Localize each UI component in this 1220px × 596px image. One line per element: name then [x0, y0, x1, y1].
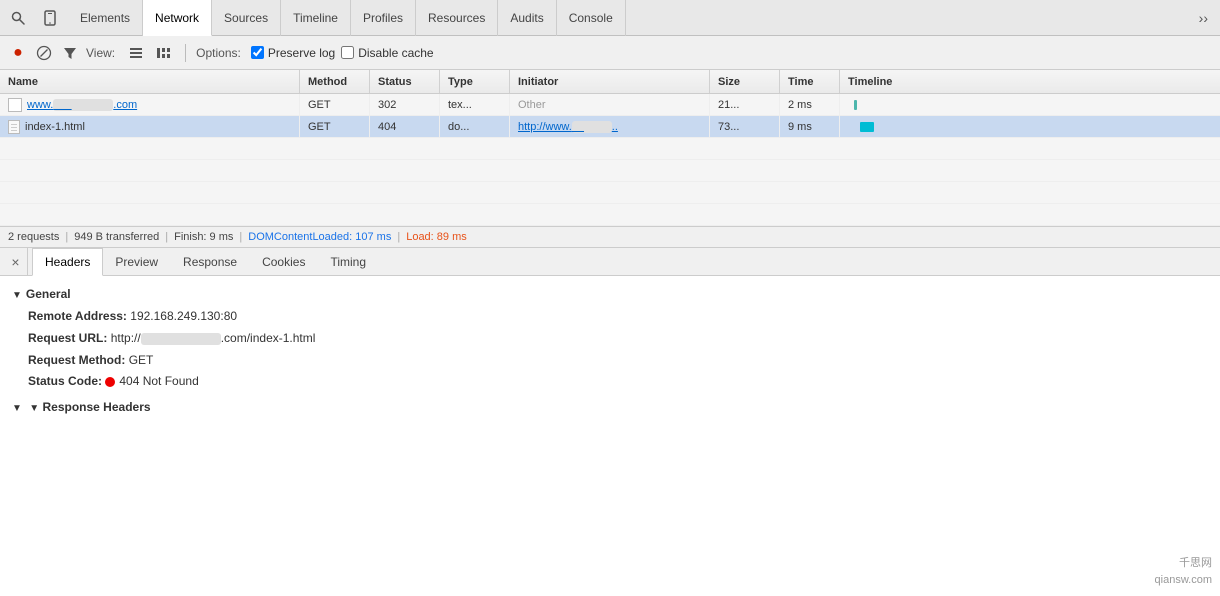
- row2-type: do...: [440, 116, 510, 138]
- empty-row: [0, 138, 1220, 160]
- row1-initiator: Other: [510, 94, 710, 116]
- timeline-bar-2: [848, 116, 874, 138]
- empty-row: [0, 204, 1220, 226]
- tab-console[interactable]: Console: [557, 0, 626, 36]
- table-row[interactable]: index-1.html GET 404 do... http://www. .…: [0, 116, 1220, 138]
- row1-size: 21...: [710, 94, 780, 116]
- view-tree-icon[interactable]: [153, 43, 175, 63]
- remote-address-row: Remote Address: 192.168.249.130:80: [12, 306, 1208, 328]
- th-initiator[interactable]: Initiator: [510, 70, 710, 93]
- th-type[interactable]: Type: [440, 70, 510, 93]
- tl-bar-1: [854, 100, 857, 110]
- table-row[interactable]: www. .com GET 302 tex... Other 21... 2 m…: [0, 94, 1220, 116]
- disable-cache-checkbox[interactable]: Disable cache: [341, 46, 433, 60]
- blurred-initiator: [572, 121, 612, 133]
- status-dot: [105, 377, 115, 387]
- row1-status: 302: [370, 94, 440, 116]
- tab-sources[interactable]: Sources: [212, 0, 281, 36]
- row2-initiator[interactable]: http://www. ..: [510, 116, 710, 138]
- request-method-value: GET: [129, 353, 154, 367]
- blurred-url-domain: [141, 333, 221, 345]
- more-tabs-button[interactable]: ››: [1191, 0, 1216, 36]
- request-url-value: http:// .com/index-1.html: [111, 331, 316, 345]
- row1-timeline: [840, 94, 1220, 116]
- empty-row: [0, 160, 1220, 182]
- detail-close-button[interactable]: ×: [4, 248, 28, 276]
- row1-method: GET: [300, 94, 370, 116]
- row1-time: 2 ms: [780, 94, 840, 116]
- options-label: Options:: [196, 46, 241, 60]
- detail-tab-bar: × Headers Preview Response Cookies Timin…: [0, 248, 1220, 276]
- detail-tab-response[interactable]: Response: [171, 248, 250, 276]
- tab-audits[interactable]: Audits: [498, 0, 556, 36]
- request-url-label: Request URL:: [28, 331, 107, 345]
- th-timeline[interactable]: Timeline: [840, 70, 1220, 93]
- detail-tab-preview[interactable]: Preview: [103, 248, 171, 276]
- timeline-bar-1: [848, 94, 857, 116]
- row2-status: 404: [370, 116, 440, 138]
- row2-timeline: [840, 116, 1220, 138]
- status-bar: 2 requests | 949 B transferred | Finish:…: [0, 226, 1220, 248]
- clear-button[interactable]: [34, 43, 54, 63]
- search-icon[interactable]: [4, 0, 32, 36]
- tab-profiles[interactable]: Profiles: [351, 0, 416, 36]
- remote-address-label: Remote Address:: [28, 309, 127, 323]
- view-label: View:: [86, 46, 115, 60]
- main-container: ● View:: [0, 36, 1220, 596]
- load-time: Load: 89 ms: [406, 231, 467, 243]
- detail-tab-headers[interactable]: Headers: [32, 248, 103, 276]
- row2-size: 73...: [710, 116, 780, 138]
- finish-time: Finish: 9 ms: [174, 231, 233, 243]
- status-code-label: Status Code:: [28, 374, 102, 388]
- th-name[interactable]: Name: [0, 70, 300, 93]
- network-table: Name Method Status Type Initiator Size T…: [0, 70, 1220, 226]
- response-headers-title: ▼ Response Headers: [12, 397, 1208, 417]
- toolbar-sep-1: [185, 44, 186, 62]
- table-header-row: Name Method Status Type Initiator Size T…: [0, 70, 1220, 94]
- requests-count: 2 requests: [8, 231, 59, 243]
- view-list-icon[interactable]: [125, 43, 147, 63]
- tab-elements[interactable]: Elements: [68, 0, 143, 36]
- status-code-row: Status Code: 404 Not Found: [12, 371, 1208, 393]
- tab-timeline[interactable]: Timeline: [281, 0, 351, 36]
- row1-name[interactable]: www. .com: [0, 94, 300, 116]
- mobile-icon[interactable]: [36, 0, 64, 36]
- detail-panel: × Headers Preview Response Cookies Timin…: [0, 248, 1220, 596]
- dom-content-loaded: DOMContentLoaded: 107 ms: [248, 231, 391, 243]
- devtools-tab-bar: Elements Network Sources Timeline Profil…: [0, 0, 1220, 36]
- row2-method: GET: [300, 116, 370, 138]
- row1-type: tex...: [440, 94, 510, 116]
- remote-address-value: 192.168.249.130:80: [130, 309, 237, 323]
- detail-tab-timing[interactable]: Timing: [318, 248, 379, 276]
- preserve-log-checkbox[interactable]: Preserve log: [251, 46, 335, 60]
- detail-content: General Remote Address: 192.168.249.130:…: [0, 276, 1220, 427]
- network-toolbar: ● View:: [0, 36, 1220, 70]
- request-method-label: Request Method:: [28, 353, 125, 367]
- request-url-row: Request URL: http:// .com/index-1.html: [12, 328, 1208, 350]
- file-icon: [8, 98, 22, 112]
- empty-row: [0, 182, 1220, 204]
- filter-button[interactable]: [60, 43, 80, 63]
- status-code-value: 404 Not Found: [105, 374, 198, 388]
- tab-resources[interactable]: Resources: [416, 0, 498, 36]
- detail-tab-cookies[interactable]: Cookies: [250, 248, 318, 276]
- tab-network[interactable]: Network: [143, 0, 212, 36]
- row2-time: 9 ms: [780, 116, 840, 138]
- file-icon: [8, 120, 20, 134]
- record-button[interactable]: ●: [8, 43, 28, 63]
- blurred-domain: [53, 99, 113, 111]
- transferred-size: 949 B transferred: [74, 231, 159, 243]
- row2-name: index-1.html: [0, 116, 300, 138]
- request-method-row: Request Method: GET: [12, 350, 1208, 372]
- th-size[interactable]: Size: [710, 70, 780, 93]
- tl-bar-2: [860, 122, 874, 132]
- th-time[interactable]: Time: [780, 70, 840, 93]
- th-method[interactable]: Method: [300, 70, 370, 93]
- general-section-title: General: [12, 284, 1208, 304]
- th-status[interactable]: Status: [370, 70, 440, 93]
